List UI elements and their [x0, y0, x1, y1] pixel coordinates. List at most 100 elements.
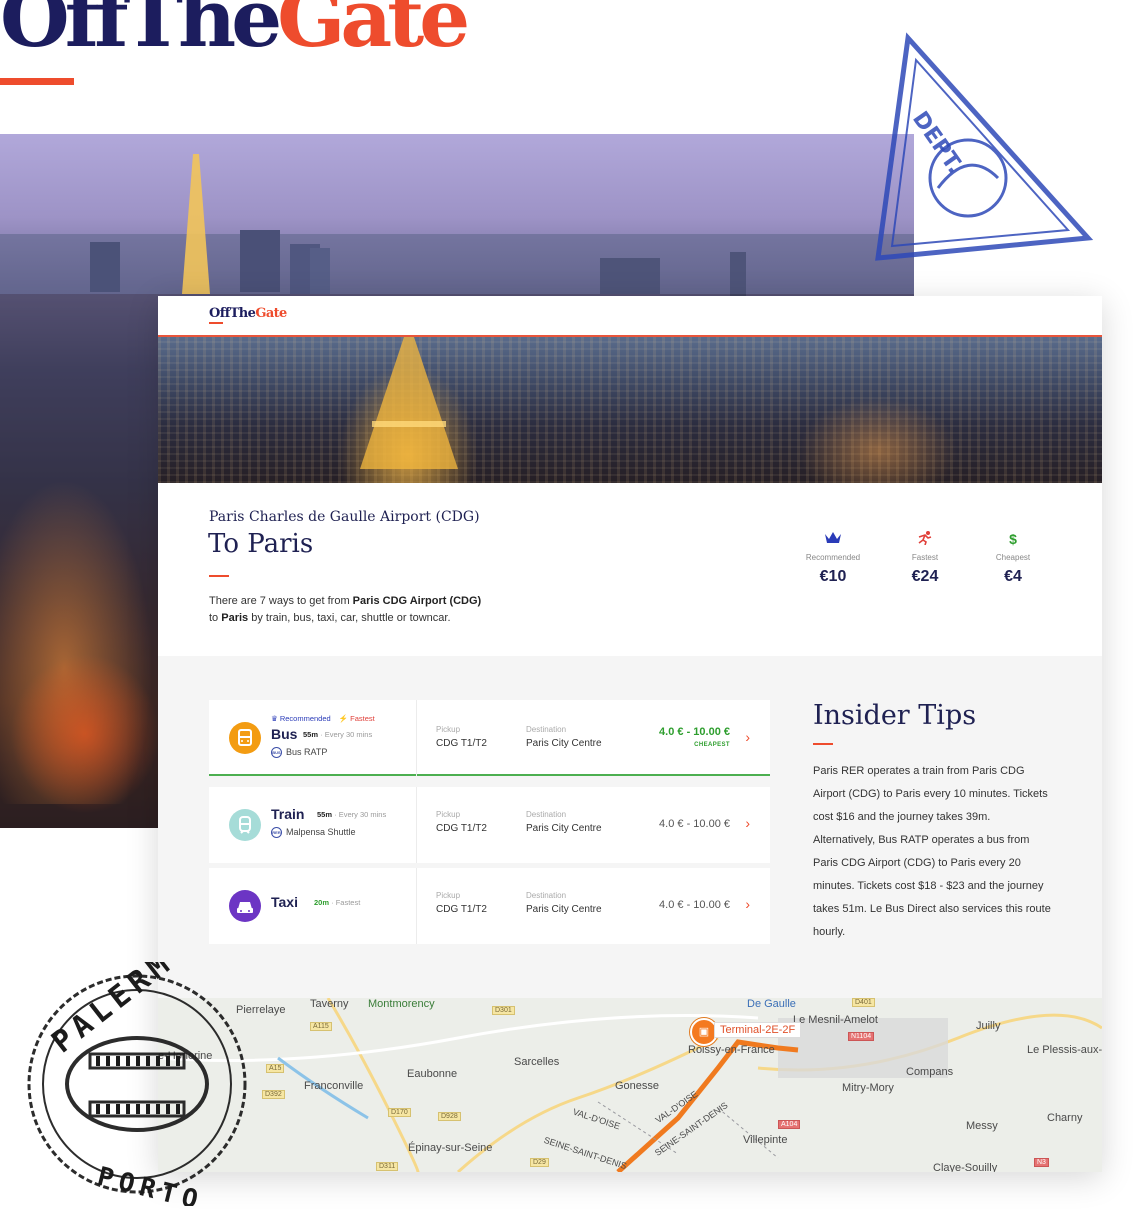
- chevron-right-icon[interactable]: ›: [745, 729, 750, 745]
- route-option-bus[interactable]: ♛ Recommended ⚡ Fastest Bus 55m · Every 3…: [209, 700, 770, 776]
- tips-text: Paris RER operates a train from Paris CD…: [813, 765, 1051, 938]
- stat-label: Fastest: [911, 553, 939, 562]
- map-label: Franconville: [304, 1080, 364, 1092]
- mode-meta: 55m · Every 30 mins: [303, 730, 373, 739]
- city-light-glow: [10, 654, 160, 814]
- road-badge: D29: [530, 1158, 549, 1167]
- stat-label: Recommended: [805, 553, 861, 562]
- map-label: Gonesse: [615, 1080, 660, 1092]
- price: 4.0 € - 10.00 €: [659, 726, 730, 738]
- operator: RER Malpensa Shuttle: [271, 827, 356, 839]
- road-badge: D928: [438, 1112, 461, 1121]
- destination-label: Destination: [526, 810, 567, 819]
- route-option-train[interactable]: Train 55m · Every 30 mins RER Malpensa Sh…: [209, 787, 770, 863]
- crown-icon: [793, 531, 873, 547]
- column-divider: [416, 700, 417, 776]
- runner-icon: [885, 531, 965, 547]
- cheapest-badge: CHEAPEST: [694, 742, 730, 748]
- column-divider: [416, 868, 417, 944]
- mode-meta: 20m · Fastest: [314, 898, 361, 907]
- operator-badge-icon: BUS: [271, 747, 282, 759]
- map-label: Le Plessis-aux-: [1027, 1044, 1102, 1056]
- mode-meta: 55m · Every 30 mins: [317, 810, 387, 819]
- route-map[interactable]: Taverny Pierrelaye Montmorency e-Honorin…: [158, 998, 1102, 1172]
- map-label: Charny: [1047, 1112, 1083, 1124]
- brand-underline: [0, 78, 74, 85]
- stat-label: Cheapest: [995, 553, 1031, 562]
- stat-value: €4: [1004, 568, 1022, 585]
- destination-value: Paris City Centre: [526, 823, 602, 834]
- options-area: ♛ Recommended ⚡ Fastest Bus 55m · Every 3…: [158, 656, 1102, 998]
- map-label: De Gaulle: [747, 998, 796, 1010]
- intro-text: There are 7 ways to get from Paris CDG A…: [209, 595, 482, 624]
- map-label: Mitry-Mory: [842, 1082, 894, 1094]
- chevron-right-icon[interactable]: ›: [745, 815, 750, 831]
- taxi-icon: [229, 890, 261, 922]
- road-badge: D311: [376, 1162, 399, 1171]
- mini-logo[interactable]: OffTheGate: [209, 306, 287, 321]
- pin-label: Terminal-2E-2F: [714, 1022, 802, 1038]
- map-label: Le Mesnil-Amelot: [793, 1014, 878, 1026]
- destination-value: Paris City Centre: [526, 738, 602, 749]
- road-badge: N3: [1034, 1158, 1049, 1167]
- map-label: Messy: [966, 1120, 998, 1132]
- road-badge: D392: [262, 1090, 285, 1099]
- operator: BUS Bus RATP: [271, 747, 328, 759]
- hero-image: [158, 337, 1102, 483]
- map-label: Sarcelles: [514, 1056, 560, 1068]
- brand-logo[interactable]: OffTheGate: [0, 0, 470, 58]
- stat-fastest[interactable]: Fastest €24: [885, 531, 965, 586]
- page-title: To Paris: [208, 529, 314, 559]
- stamp-text: PORTO: [94, 1162, 206, 1206]
- pickup-label: Pickup: [436, 810, 461, 819]
- stat-recommended[interactable]: Recommended €10: [793, 531, 873, 586]
- route-tags: ♛ Recommended ⚡ Fastest: [271, 714, 375, 723]
- route-option-taxi[interactable]: Taxi 20m · Fastest Pickup CDG T1/T2 Dest…: [209, 868, 770, 944]
- map-label: Juilly: [976, 1020, 1001, 1032]
- road-badge: A104: [778, 1120, 801, 1129]
- mode-name: Taxi: [271, 894, 298, 910]
- mode-name: Bus: [271, 726, 298, 742]
- pickup-value: CDG T1/T2: [436, 904, 487, 915]
- map-label: Villepinte: [743, 1134, 788, 1146]
- road-badge: A115: [310, 1022, 332, 1031]
- stat-cheapest[interactable]: $ Cheapest €4: [973, 531, 1053, 586]
- mode-name: Train: [271, 806, 305, 822]
- city-light-glow: [798, 397, 958, 483]
- road-badge: D170: [388, 1108, 411, 1117]
- title-underline: [209, 575, 229, 577]
- card-header: OffTheGate: [158, 296, 1102, 337]
- bus-icon: [229, 722, 261, 754]
- stat-value: €24: [911, 568, 939, 585]
- route-card-page: OffTheGate Paris Charles de Gaulle Airpo…: [158, 296, 1102, 1172]
- operator-badge-icon: RER: [271, 827, 282, 839]
- road-badge: A15: [266, 1064, 285, 1073]
- map-label: Montmorency: [368, 998, 435, 1010]
- price: 4.0 € - 10.00 €: [659, 899, 730, 911]
- column-divider: [416, 787, 417, 863]
- train-icon: [229, 809, 261, 841]
- destination-value: Paris City Centre: [526, 904, 602, 915]
- destination-label: Destination: [526, 725, 567, 734]
- pickup-label: Pickup: [436, 891, 461, 900]
- map-label: Eaubonne: [407, 1068, 458, 1080]
- recommended-tag: ♛ Recommended: [271, 714, 331, 723]
- pickup-value: CDG T1/T2: [436, 738, 487, 749]
- road-badge: N1104: [848, 1032, 875, 1041]
- map-label: Compans: [906, 1066, 954, 1078]
- price: 4.0 € - 10.00 €: [659, 818, 730, 830]
- intro-section: Paris Charles de Gaulle Airport (CDG) To…: [158, 483, 1102, 658]
- dollar-icon: $: [1009, 531, 1017, 547]
- mini-logo-underline: [209, 322, 223, 324]
- road-badge: D401: [852, 998, 875, 1007]
- tips-underline: [813, 743, 833, 745]
- pickup-value: CDG T1/T2: [436, 823, 487, 834]
- stat-value: €10: [819, 568, 847, 585]
- map-label: Épinay-sur-Seine: [408, 1142, 493, 1154]
- road-badge: D301: [492, 1006, 515, 1015]
- chevron-right-icon[interactable]: ›: [745, 896, 750, 912]
- map-label: Taverny: [310, 998, 349, 1010]
- origin-airport: Paris Charles de Gaulle Airport (CDG): [209, 509, 480, 525]
- destination-label: Destination: [526, 891, 567, 900]
- fastest-tag: ⚡ Fastest: [338, 714, 375, 723]
